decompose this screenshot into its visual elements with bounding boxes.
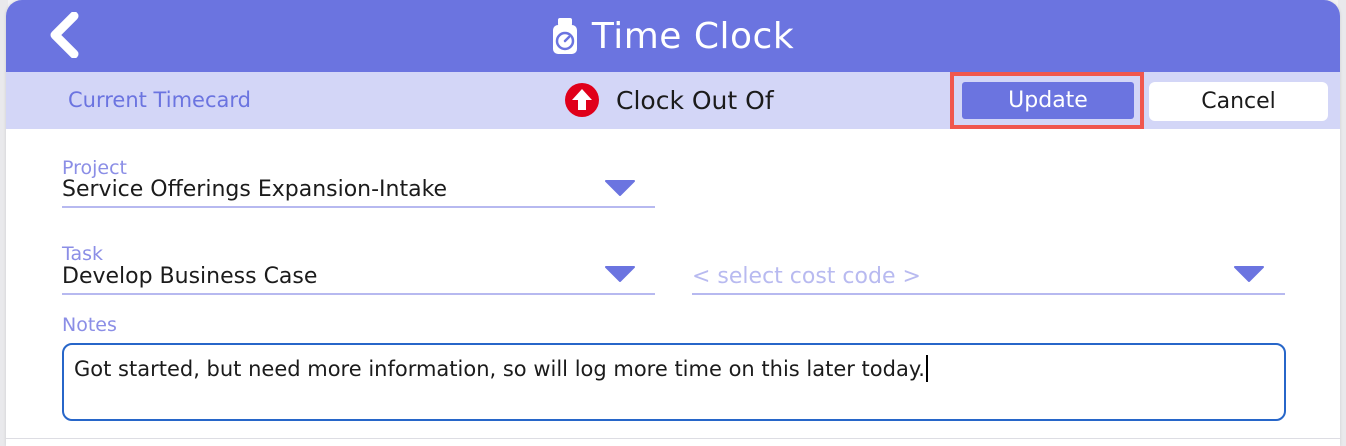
clock-out-status: Clock Out Of: [564, 82, 774, 118]
clock-out-label: Clock Out Of: [616, 85, 774, 115]
chevron-down-icon[interactable]: [605, 266, 635, 282]
time-clock-dialog: Time Clock Current Timecard Clock Out Of…: [6, 0, 1340, 446]
current-timecard-link[interactable]: Current Timecard: [68, 88, 251, 112]
notes-text-wrap: Got started, but need more information, …: [74, 355, 928, 382]
text-caret: [925, 355, 928, 382]
task-underline: [62, 293, 655, 295]
update-button[interactable]: Update: [962, 82, 1134, 119]
task-label: Task: [62, 243, 104, 265]
project-select[interactable]: Service Offerings Expansion-Intake: [62, 177, 447, 202]
chevron-down-icon[interactable]: [1234, 266, 1264, 282]
notes-label: Notes: [62, 314, 117, 336]
title-group: Time Clock: [6, 0, 1340, 72]
cost-code-underline: [692, 293, 1285, 295]
chevron-down-icon[interactable]: [605, 180, 635, 196]
project-underline: [62, 206, 655, 208]
arrow-up-circle-icon: [565, 83, 599, 117]
task-select[interactable]: Develop Business Case: [62, 264, 317, 289]
stopwatch-icon: [552, 18, 577, 54]
cost-code-select[interactable]: < select cost code >: [692, 264, 921, 289]
page-title: Time Clock: [591, 15, 795, 57]
cancel-button[interactable]: Cancel: [1149, 82, 1328, 121]
notes-textarea[interactable]: Got started, but need more information, …: [62, 343, 1286, 421]
notes-text: Got started, but need more information, …: [74, 357, 925, 381]
project-label: Project: [62, 157, 128, 179]
dialog-divider: [6, 438, 1340, 439]
title-bar: Time Clock: [6, 0, 1340, 72]
